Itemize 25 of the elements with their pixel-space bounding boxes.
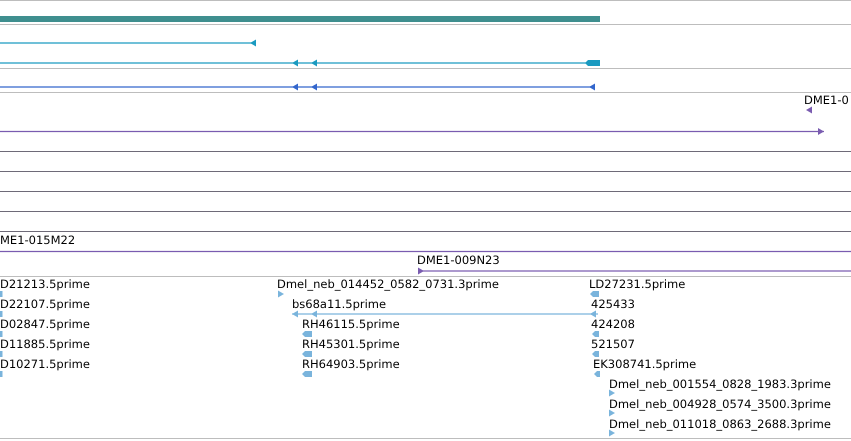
feature-label: 521507 [591, 337, 635, 351]
feature-label: ME1-015M22 [0, 233, 76, 247]
feature-label: DME1-0 [804, 93, 849, 107]
feature-label: Dmel_neb_001554_0828_1983.3prime [609, 377, 831, 391]
feature-label: 425433 [591, 297, 635, 311]
est-drawing [0, 371, 2, 377]
feature-label: Dmel_neb_004928_0574_3500.3prime [609, 397, 831, 411]
feature-label: RH64903.5prime [302, 357, 400, 371]
est-drawing [0, 311, 2, 317]
feature-label: bs68a11.5prime [292, 297, 386, 311]
feature-label: D11885.5prime [0, 337, 90, 351]
feature-label: Dmel_neb_011018_0863_2688.3prime [609, 417, 831, 431]
est-drawing [0, 351, 2, 357]
feature-label: DME1-009N23 [417, 253, 500, 267]
feature-label: D02847.5prime [0, 317, 90, 331]
feature-label: D21213.5prime [0, 277, 90, 291]
feature-label: D22107.5prime [0, 297, 90, 311]
est-drawing [0, 331, 2, 337]
feature-label: EK308741.5prime [593, 357, 696, 371]
feature-label: 424208 [591, 317, 635, 331]
feature-label: LD27231.5prime [589, 277, 686, 291]
feature-label: RH46115.5prime [302, 317, 400, 331]
feature-label: RH45301.5prime [302, 337, 400, 351]
feature-label: Dmel_neb_014452_0582_0731.3prime [277, 277, 499, 291]
feature-label: D10271.5prime [0, 357, 90, 371]
